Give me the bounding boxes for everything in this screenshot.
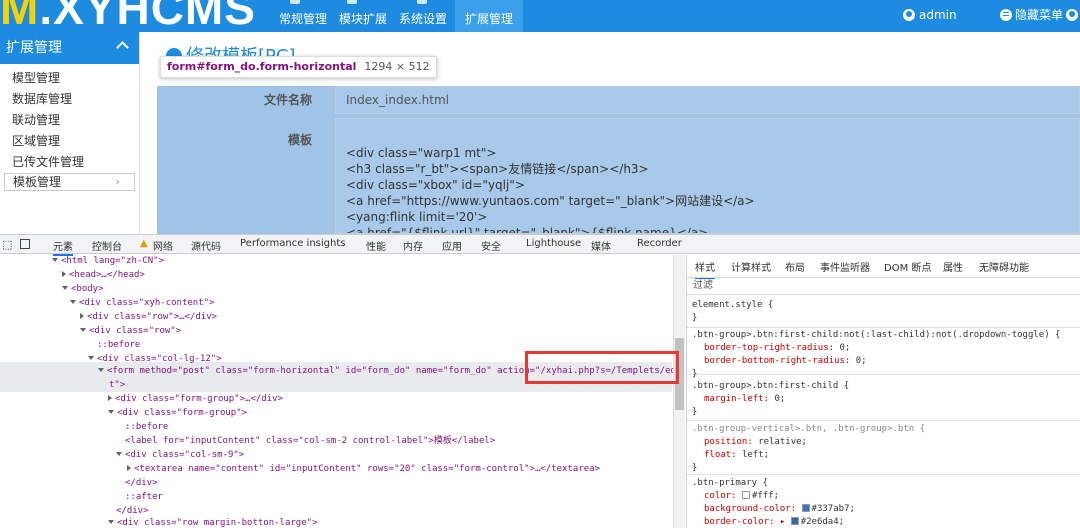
dom-pseudo[interactable]: ::after bbox=[125, 491, 163, 505]
sidebar-item-regions[interactable]: 区域管理 bbox=[0, 131, 139, 152]
dom-node[interactable]: <div class="col-sm-9"> bbox=[116, 449, 244, 463]
dom-node[interactable]: <div class="xyh-content"> bbox=[70, 297, 214, 311]
code-line: <a href="https://www.yuntaos.com" target… bbox=[346, 194, 755, 208]
dom-node-selected-cont: t"> bbox=[109, 380, 126, 390]
color-swatch[interactable] bbox=[790, 517, 799, 525]
tab-accessibility[interactable]: 无障碍功能 bbox=[979, 259, 1029, 274]
nav-system[interactable]: 系统设置 bbox=[399, 10, 447, 34]
code-line: <h3 class="r_bt"><span>友情链接</span></h3> bbox=[346, 162, 649, 176]
logo[interactable]: M.XYHCMS bbox=[0, 0, 272, 32]
device-toggle-icon[interactable] bbox=[20, 239, 30, 249]
devtools-tabbar: ⬚ 元素 控制台 ▲ 网络 源代码 Performance insights 性… bbox=[0, 234, 1080, 256]
filename-label: 文件名称 bbox=[264, 93, 313, 107]
tab-media[interactable]: 媒体 bbox=[591, 238, 611, 253]
tab-dom-breakpoints[interactable]: DOM 断点 bbox=[884, 259, 931, 274]
color-swatch[interactable] bbox=[741, 491, 750, 499]
sidebar-header[interactable]: 扩展管理 bbox=[0, 32, 139, 64]
dom-node[interactable]: <body> bbox=[62, 283, 104, 297]
code-line: <div class="xbox" id="yqlj"> bbox=[346, 178, 525, 192]
dom-node[interactable]: <head>…</head> bbox=[62, 269, 145, 283]
tab-computed[interactable]: 计算样式 bbox=[731, 259, 771, 274]
css-rule: .btn-group>.btn:first-child { margin-lef… bbox=[687, 380, 1080, 421]
css-rule: .btn-group>.btn:first-child:not(:last-ch… bbox=[687, 329, 1080, 379]
nav-general[interactable]: 常规管理 bbox=[279, 10, 327, 34]
tab-layout[interactable]: 布局 bbox=[785, 259, 805, 274]
top-navbar: M.XYHCMS 常规管理 模块扩展 系统设置 扩展管理 admin 隐藏菜单 bbox=[0, 0, 1080, 32]
tab-security[interactable]: 安全 bbox=[481, 238, 501, 253]
warning-icon: ▲ bbox=[140, 238, 148, 249]
inspect-cursor-icon[interactable]: ⬚ bbox=[2, 238, 12, 251]
dom-node[interactable]: <html lang="zh-CN"> bbox=[52, 255, 164, 269]
dom-node[interactable]: <textarea name="content" id="inputConten… bbox=[127, 463, 600, 477]
dom-node[interactable]: </div> bbox=[125, 477, 158, 491]
tab-sources[interactable]: 源代码 bbox=[191, 238, 221, 253]
sidebar-item-linkage[interactable]: 联动管理 bbox=[0, 110, 139, 131]
tab-memory[interactable]: 内存 bbox=[403, 238, 423, 253]
dom-pseudo[interactable]: ::before bbox=[125, 421, 168, 435]
code-line: <a href="{$flink.url}" target="_blank">{… bbox=[346, 226, 709, 234]
dom-node[interactable]: <div class="form-group">…</div> bbox=[108, 393, 283, 407]
filename-input[interactable]: Index_index.html bbox=[335, 86, 1080, 114]
elements-panel: <html lang="zh-CN"> <head>…</head> <body… bbox=[0, 255, 685, 528]
template-textarea[interactable]: <div class="warp1 mt"> <h3 class="r_bt">… bbox=[335, 118, 1080, 234]
dom-pseudo[interactable]: ::before bbox=[97, 339, 140, 353]
dom-node[interactable]: <div class="row margin-botton-large"> bbox=[108, 517, 317, 528]
nav-modules[interactable]: 模块扩展 bbox=[339, 10, 387, 34]
menu-icon bbox=[1000, 9, 1012, 21]
color-swatch[interactable] bbox=[801, 504, 810, 512]
dom-node[interactable]: <label for="inputContent" class="col-sm-… bbox=[125, 435, 495, 449]
tab-application[interactable]: 应用 bbox=[442, 238, 462, 253]
sidebar-item-templates[interactable]: 模板管理 › bbox=[4, 173, 135, 191]
sidebar: 扩展管理 模型管理 数据库管理 联动管理 区域管理 已传文件管理 模板管理 › bbox=[0, 32, 140, 234]
styles-filter-input[interactable]: 过滤 bbox=[687, 277, 1080, 295]
user-menu[interactable]: admin bbox=[903, 0, 957, 32]
chevron-right-icon: › bbox=[115, 175, 120, 188]
nav-extensions[interactable]: 扩展管理 bbox=[455, 0, 523, 32]
user-icon bbox=[903, 9, 915, 21]
tab-network[interactable]: 网络 bbox=[153, 238, 173, 253]
css-rule: .btn-group-vertical>.btn, .btn-group>.bt… bbox=[687, 423, 1080, 475]
chevron-up-icon bbox=[116, 41, 129, 54]
inspect-tooltip: form#form_do.form-horizontal 1294 × 512 bbox=[160, 56, 437, 78]
css-rule: .btn-primary { color: #fff; background-c… bbox=[692, 478, 855, 527]
tab-event-listeners[interactable]: 事件监听器 bbox=[820, 259, 870, 274]
annotation-red-box bbox=[525, 351, 679, 384]
tab-elements[interactable]: 元素 bbox=[53, 238, 73, 256]
tab-performance[interactable]: 性能 bbox=[366, 238, 386, 253]
css-rule: element.style {} bbox=[687, 299, 1080, 328]
tab-lighthouse[interactable]: Lighthouse bbox=[526, 238, 581, 249]
code-line: <yang:flink limit='20'> bbox=[346, 210, 488, 224]
more-icon[interactable] bbox=[1066, 9, 1078, 21]
nav-icon bbox=[417, 0, 427, 4]
sidebar-item-models[interactable]: 模型管理 bbox=[0, 68, 139, 89]
tab-console[interactable]: 控制台 bbox=[92, 238, 122, 253]
hide-menu-button[interactable]: 隐藏菜单 bbox=[1000, 0, 1063, 32]
tab-recorder[interactable]: Recorder bbox=[637, 238, 682, 249]
tab-performance-insights[interactable]: Performance insights bbox=[240, 238, 345, 249]
template-label: 模板 bbox=[288, 133, 313, 147]
tab-styles[interactable]: 样式 bbox=[695, 259, 715, 279]
code-line: <div class="warp1 mt"> bbox=[346, 146, 497, 160]
nav-icon bbox=[290, 0, 300, 4]
sidebar-item-database[interactable]: 数据库管理 bbox=[0, 89, 139, 110]
sidebar-item-uploads[interactable]: 已传文件管理 bbox=[0, 152, 139, 173]
nav-icon bbox=[347, 0, 357, 4]
dom-node[interactable]: <div class="row"> bbox=[80, 325, 181, 339]
styles-pane: 样式 计算样式 布局 事件监听器 DOM 断点 属性 无障碍功能 过滤 elem… bbox=[686, 255, 1080, 528]
tab-properties[interactable]: 属性 bbox=[943, 259, 963, 274]
dom-node[interactable]: <div class="form-group"> bbox=[108, 407, 247, 421]
dom-node[interactable]: <div class="row">…</div> bbox=[80, 311, 217, 325]
